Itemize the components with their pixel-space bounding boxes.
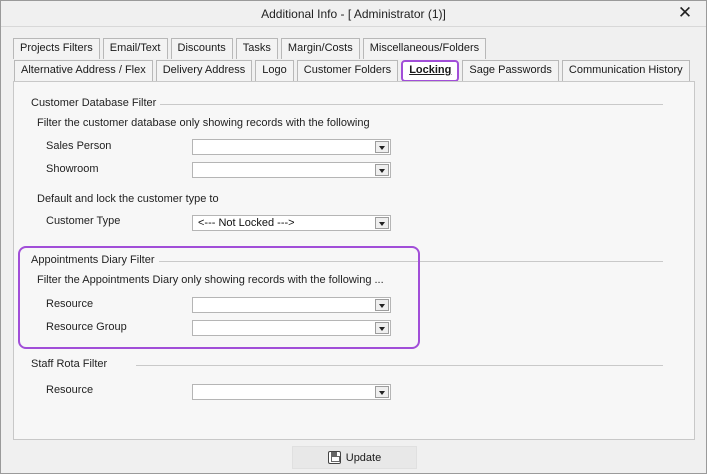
tab-margin-costs[interactable]: Margin/Costs xyxy=(280,38,360,59)
chevron-down-icon[interactable] xyxy=(375,217,389,229)
customer-filter-group-title: Customer Database Filter xyxy=(31,97,161,109)
tab-sage-passwords[interactable]: Sage Passwords xyxy=(462,60,559,81)
chevron-down-icon[interactable] xyxy=(375,141,389,153)
tab-row-2: Alternative Address / Flex Delivery Addr… xyxy=(14,60,693,82)
tab-customer-folders[interactable]: Customer Folders xyxy=(296,60,399,81)
group-divider xyxy=(136,365,663,366)
tab-email-text[interactable]: Email/Text xyxy=(102,38,168,59)
tab-logo[interactable]: Logo xyxy=(255,60,294,81)
tab-tasks[interactable]: Tasks xyxy=(235,38,278,59)
tab-alternative-address-flex[interactable]: Alternative Address / Flex xyxy=(14,60,153,81)
title-bar: Additional Info - [ Administrator (1)] ✕ xyxy=(1,1,706,27)
showroom-select[interactable] xyxy=(192,162,391,178)
close-icon[interactable]: ✕ xyxy=(676,4,694,22)
additional-info-window: Additional Info - [ Administrator (1)] ✕… xyxy=(0,0,707,474)
lock-customer-type-caption: Default and lock the customer type to xyxy=(37,193,219,205)
chevron-down-icon[interactable] xyxy=(375,386,389,398)
group-divider xyxy=(157,104,663,105)
tab-projects-filters[interactable]: Projects Filters xyxy=(13,38,100,59)
update-button[interactable]: Update xyxy=(292,446,417,469)
tab-miscellaneous-folders[interactable]: Miscellaneous/Folders xyxy=(362,38,487,59)
staff-resource-label: Resource xyxy=(46,384,94,396)
customer-filter-caption: Filter the customer database only showin… xyxy=(37,117,370,129)
customer-type-label: Customer Type xyxy=(46,215,121,227)
tab-row-1: Projects Filters Email/Text Discounts Ta… xyxy=(13,38,489,59)
update-button-label: Update xyxy=(345,451,382,464)
sales-person-label: Sales Person xyxy=(46,140,112,152)
customer-type-value: <--- Not Locked ---> xyxy=(198,217,295,229)
staff-resource-select[interactable] xyxy=(192,384,391,400)
customer-type-select[interactable]: <--- Not Locked ---> xyxy=(192,215,391,231)
diary-filter-highlight xyxy=(18,246,420,349)
floppy-disk-icon xyxy=(327,451,341,464)
staff-filter-group-title: Staff Rota Filter xyxy=(31,358,112,370)
window-title: Additional Info - [ Administrator (1)] xyxy=(261,7,446,21)
tab-communication-history[interactable]: Communication History xyxy=(561,60,690,81)
tab-delivery-address[interactable]: Delivery Address xyxy=(155,60,253,81)
tab-locking[interactable]: Locking xyxy=(401,60,460,82)
chevron-down-icon[interactable] xyxy=(375,164,389,176)
showroom-label: Showroom xyxy=(46,163,99,175)
tab-discounts[interactable]: Discounts xyxy=(170,38,233,59)
sales-person-select[interactable] xyxy=(192,139,391,155)
